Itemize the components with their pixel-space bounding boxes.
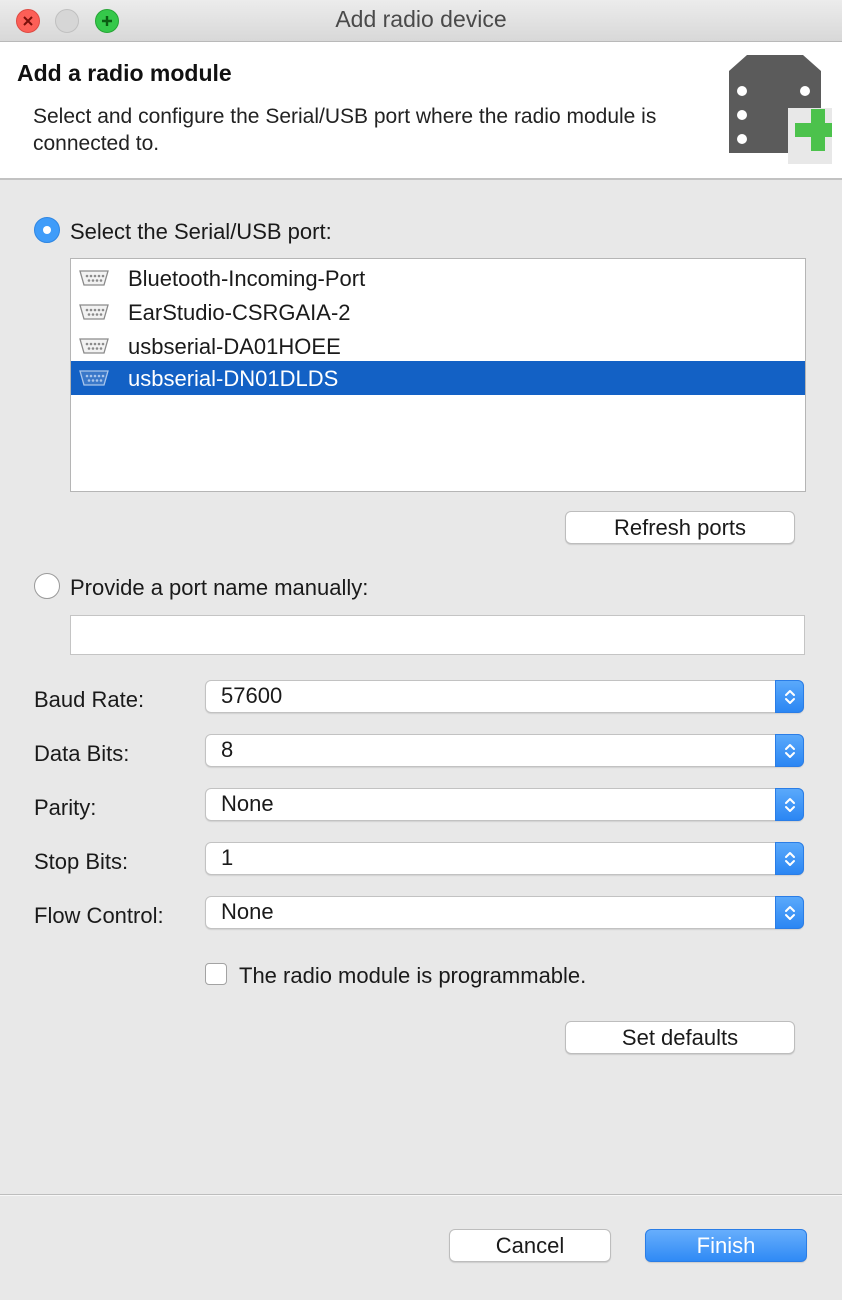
stop-bits-select[interactable]: 1 bbox=[205, 842, 804, 875]
title-bar: Add radio device bbox=[0, 0, 842, 42]
data-bits-label: Data Bits: bbox=[34, 741, 130, 766]
manual-port-radio[interactable] bbox=[34, 573, 60, 599]
manual-port-input[interactable] bbox=[70, 615, 805, 655]
radio-module-add-icon bbox=[725, 53, 835, 173]
data-bits-select[interactable]: 8 bbox=[205, 734, 804, 767]
window-title: Add radio device bbox=[335, 6, 507, 32]
footer-divider-highlight bbox=[0, 1195, 842, 1196]
baud-rate-value: 57600 bbox=[221, 683, 283, 708]
select-arrows-icon bbox=[775, 788, 804, 821]
select-arrows-icon bbox=[775, 734, 804, 767]
port-name: EarStudio-CSRGAIA-2 bbox=[128, 300, 351, 325]
serial-port-icon bbox=[79, 337, 109, 360]
serial-port-radio-label: Select the Serial/USB port: bbox=[70, 219, 332, 244]
serial-port-icon bbox=[79, 369, 109, 392]
page-title: Add a radio module bbox=[17, 60, 232, 86]
stop-bits-value: 1 bbox=[221, 845, 234, 870]
select-arrows-icon bbox=[775, 842, 804, 875]
port-list-item[interactable]: usbserial-DA01HOEE bbox=[71, 329, 805, 363]
programmable-checkbox-label: The radio module is programmable. bbox=[239, 963, 587, 988]
parity-value: None bbox=[221, 791, 274, 816]
stop-bits-label: Stop Bits: bbox=[34, 849, 129, 874]
baud-rate-select[interactable]: 57600 bbox=[205, 680, 804, 713]
port-list-item[interactable]: EarStudio-CSRGAIA-2 bbox=[71, 295, 805, 329]
page-description: Select and configure the Serial/USB port… bbox=[33, 105, 657, 155]
port-name: usbserial-DN01DLDS bbox=[128, 366, 339, 391]
port-list-item-selected[interactable]: usbserial-DN01DLDS bbox=[71, 361, 805, 395]
serial-port-radio[interactable] bbox=[34, 217, 60, 243]
port-name: Bluetooth-Incoming-Port bbox=[128, 266, 366, 291]
finish-button[interactable]: Finish bbox=[645, 1229, 807, 1262]
select-arrows-icon bbox=[775, 680, 804, 713]
refresh-ports-button[interactable]: Refresh ports bbox=[565, 511, 795, 544]
wizard-header: Add a radio module Select and configure … bbox=[0, 42, 842, 180]
flow-control-label: Flow Control: bbox=[34, 903, 164, 928]
manual-port-radio-label: Provide a port name manually: bbox=[70, 575, 369, 600]
port-list-item[interactable]: Bluetooth-Incoming-Port bbox=[71, 261, 805, 295]
data-bits-value: 8 bbox=[221, 737, 234, 762]
select-arrows-icon bbox=[775, 896, 804, 929]
set-defaults-button[interactable]: Set defaults bbox=[565, 1021, 795, 1054]
cancel-button[interactable]: Cancel bbox=[449, 1229, 611, 1262]
serial-port-icon bbox=[79, 269, 109, 292]
flow-control-value: None bbox=[221, 899, 274, 924]
port-list[interactable]: Bluetooth-Incoming-Port EarStudio-CSRGAI… bbox=[70, 258, 806, 492]
parity-label: Parity: bbox=[34, 795, 97, 820]
programmable-checkbox[interactable] bbox=[205, 963, 227, 985]
serial-port-icon bbox=[79, 303, 109, 326]
baud-rate-label: Baud Rate: bbox=[34, 687, 145, 712]
parity-select[interactable]: None bbox=[205, 788, 804, 821]
port-name: usbserial-DA01HOEE bbox=[128, 334, 341, 359]
flow-control-select[interactable]: None bbox=[205, 896, 804, 929]
